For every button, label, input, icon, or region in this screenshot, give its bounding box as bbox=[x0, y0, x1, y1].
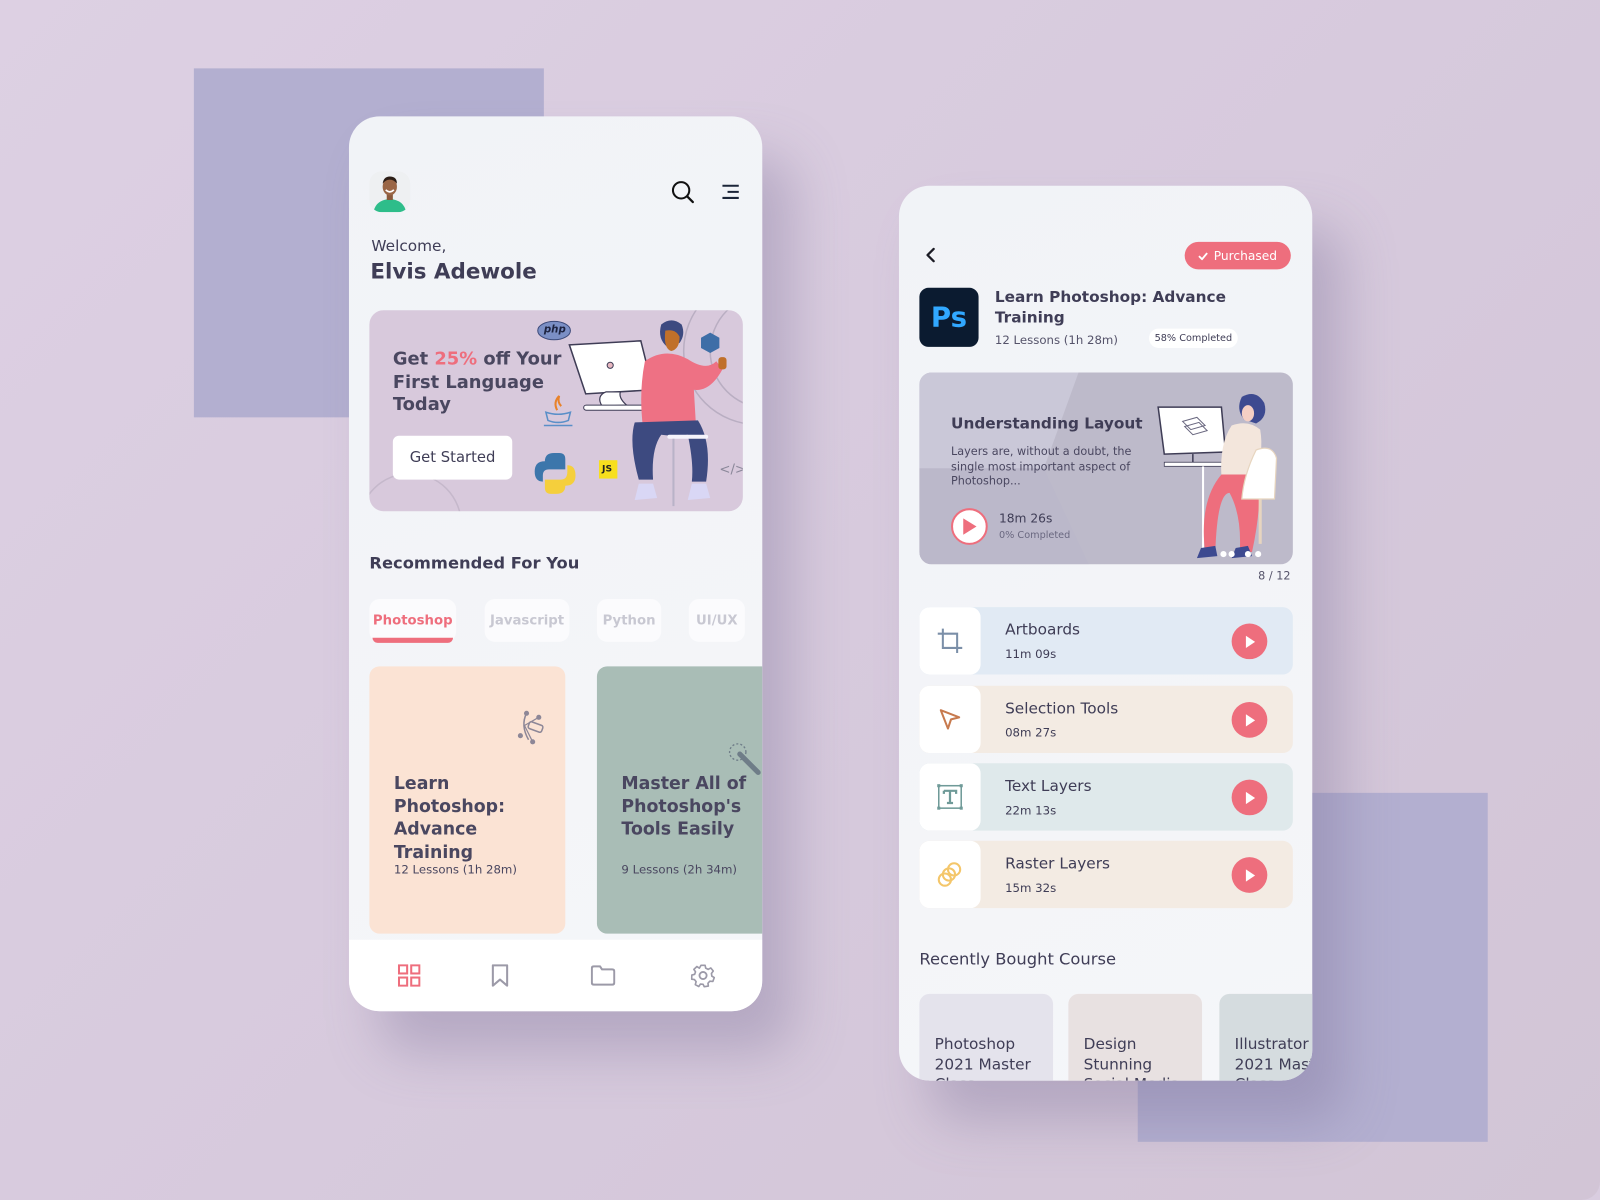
course-card[interactable]: Master All of Photoshop's Tools Easily 9… bbox=[596, 666, 763, 934]
lesson-title: Understanding Layout bbox=[951, 414, 1143, 433]
lesson-duration: 11m 09s bbox=[1005, 646, 1057, 662]
recent-course-card[interactable]: Photoshop 2021 Master Class bbox=[919, 993, 1054, 1081]
course-title: Master All of Photoshop's Tools Easily bbox=[621, 773, 747, 840]
lesson-name: Raster Layers bbox=[1005, 854, 1110, 873]
course-meta: 12 Lessons (1h 28m) bbox=[393, 862, 517, 877]
menu-icon bbox=[722, 184, 739, 199]
lesson-name: Text Layers bbox=[1005, 776, 1092, 795]
pen-tool-icon bbox=[517, 710, 544, 745]
course-meta: 12 Lessons (1h 28m) bbox=[994, 332, 1118, 347]
play-button[interactable] bbox=[1231, 623, 1268, 660]
play-button[interactable] bbox=[1231, 702, 1268, 738]
progress-badge: 58% Completed bbox=[1148, 328, 1238, 348]
php-badge: php bbox=[543, 324, 566, 336]
play-icon bbox=[1245, 635, 1255, 648]
lesson-name: Artboards bbox=[1005, 620, 1081, 639]
crop-icon bbox=[937, 628, 963, 654]
grid-icon bbox=[397, 964, 421, 987]
lesson-row-text-layers[interactable]: Text Layers 22m 13s bbox=[919, 763, 1293, 831]
cursor-arrow-icon bbox=[939, 709, 961, 730]
user-name: Elvis Adewole bbox=[370, 259, 537, 284]
search-icon bbox=[671, 181, 694, 204]
avatar-photo-icon bbox=[369, 171, 411, 213]
lesson-description: Layers are, without a doubt, the single … bbox=[951, 444, 1132, 488]
gear-icon bbox=[690, 964, 716, 988]
search-button[interactable] bbox=[669, 179, 696, 206]
nav-bookmarks[interactable] bbox=[487, 962, 514, 989]
home-screen: Welcome, Elvis Adewole </ php JS Get 25%… bbox=[348, 116, 763, 1012]
lesson-row-selection-tools[interactable]: Selection Tools 08m 27s bbox=[919, 685, 1293, 754]
recommended-title: Recommended For You bbox=[369, 553, 580, 573]
nav-dashboard[interactable] bbox=[396, 962, 423, 989]
lesson-duration: 08m 27s bbox=[1005, 725, 1057, 740]
recent-course-title: Design Stunning Social Media bbox=[1083, 1034, 1180, 1081]
purchased-badge: Purchased bbox=[1184, 241, 1291, 270]
lesson-duration: 18m 26s bbox=[998, 511, 1053, 526]
purchased-label: Purchased bbox=[1213, 248, 1278, 263]
nav-settings[interactable] bbox=[690, 962, 717, 989]
lesson-progress: 0% Completed bbox=[998, 529, 1071, 541]
lesson-row-raster-layers[interactable]: Raster Layers 15m 32s bbox=[919, 840, 1293, 909]
nav-folders[interactable] bbox=[590, 962, 617, 989]
js-badge: JS bbox=[602, 464, 613, 475]
play-icon bbox=[1245, 713, 1255, 727]
chevron-left-icon bbox=[926, 247, 935, 263]
welcome-label: Welcome, bbox=[371, 236, 447, 256]
course-card[interactable]: Learn Photoshop: Advance Training 12 Les… bbox=[369, 666, 566, 934]
lesson-duration: 15m 32s bbox=[1005, 880, 1057, 895]
canvas: Welcome, Elvis Adewole </ php JS Get 25%… bbox=[0, 0, 1600, 1200]
photoshop-logo: Ps bbox=[919, 287, 979, 347]
play-button[interactable] bbox=[1231, 779, 1268, 816]
promo-banner[interactable]: </> php JS Get 25% off Your First Langua… bbox=[369, 310, 743, 512]
get-started-button[interactable]: Get Started bbox=[392, 435, 513, 480]
recent-course-card[interactable]: Illustrator 2021 Master Class bbox=[1219, 993, 1313, 1081]
play-icon bbox=[963, 518, 977, 535]
play-icon bbox=[1245, 791, 1255, 804]
lesson-name: Selection Tools bbox=[1005, 698, 1119, 718]
recent-course-card[interactable]: Design Stunning Social Media bbox=[1068, 993, 1203, 1081]
promo-title: Get 25% off Your First Language Today bbox=[393, 348, 566, 417]
menu-button[interactable] bbox=[717, 179, 744, 206]
current-lesson-card[interactable]: Understanding Layout Layers are, without… bbox=[919, 372, 1293, 565]
lesson-pager: 8 / 12 bbox=[1258, 569, 1291, 583]
course-title: Learn Photoshop: Advance Training bbox=[393, 773, 506, 863]
folder-icon bbox=[590, 965, 616, 986]
recent-course-title: Illustrator 2021 Master Class bbox=[1234, 1034, 1313, 1081]
avatar[interactable] bbox=[369, 171, 411, 213]
lesson-row-artboards[interactable]: Artboards 11m 09s bbox=[919, 607, 1293, 675]
tab-photoshop[interactable]: Photoshop bbox=[369, 598, 457, 643]
back-button[interactable] bbox=[917, 242, 944, 269]
lesson-duration: 22m 13s bbox=[1005, 803, 1057, 818]
course-title: Learn Photoshop: Advance Training bbox=[994, 287, 1226, 327]
recent-courses-title: Recently Bought Course bbox=[919, 948, 1117, 969]
play-button[interactable] bbox=[1231, 857, 1268, 893]
bookmark-icon bbox=[491, 964, 509, 987]
course-detail-screen: Purchased Ps Learn Photoshop: Advance Tr… bbox=[898, 185, 1313, 1081]
check-icon bbox=[1198, 251, 1209, 260]
magic-wand-icon bbox=[728, 743, 761, 775]
play-lesson-button[interactable] bbox=[951, 508, 988, 545]
tab-python[interactable]: Python bbox=[596, 598, 662, 642]
svg-text:</>: </> bbox=[719, 462, 742, 477]
tab-javascript[interactable]: Javascript bbox=[484, 598, 570, 642]
promo-title-prefix: Get bbox=[392, 348, 435, 370]
text-tool-icon bbox=[937, 784, 963, 810]
play-icon bbox=[1245, 868, 1255, 882]
promo-discount: 25% bbox=[434, 348, 478, 370]
course-meta: 9 Lessons (2h 34m) bbox=[621, 862, 738, 877]
recent-course-title: Photoshop 2021 Master Class bbox=[934, 1034, 1031, 1081]
bottom-nav bbox=[348, 939, 763, 1012]
tab-ui-ux[interactable]: UI/UX bbox=[688, 598, 745, 642]
raster-circles-icon bbox=[937, 862, 962, 887]
